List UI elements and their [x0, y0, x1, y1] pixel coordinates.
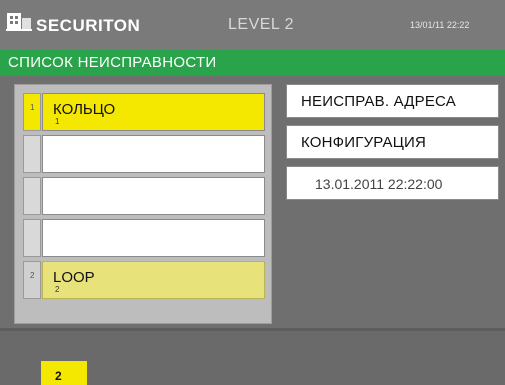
header-bar: SECURITON LEVEL 2 13/01/11 22:22 [0, 0, 505, 50]
list-item-body[interactable]: КОЛЬЦО 1 [42, 93, 265, 131]
list-item[interactable]: 2 LOOP 2 [23, 261, 265, 299]
fault-address-button[interactable]: НЕИСПРАВ. АДРЕСА [286, 84, 499, 118]
configuration-button[interactable]: КОНФИГУРАЦИЯ [286, 125, 499, 159]
fault-address-label: НЕИСПРАВ. АДРЕСА [301, 93, 456, 110]
list-item-body[interactable]: LOOP 2 [42, 261, 265, 299]
list-item[interactable] [23, 177, 265, 215]
list-item-number [23, 177, 41, 215]
list-item-number [23, 219, 41, 257]
fault-list-panel: 1 КОЛЬЦО 1 2 LOOP 2 [14, 84, 272, 324]
list-item-body[interactable] [42, 219, 265, 257]
list-item-number: 2 [23, 261, 41, 299]
list-item-number: 1 [23, 93, 41, 131]
brand-name: SECURITON [36, 16, 141, 35]
list-item[interactable] [23, 135, 265, 173]
access-level: LEVEL 2 [228, 16, 295, 33]
list-item-label: КОЛЬЦО [53, 101, 116, 118]
page-title: СПИСОК НЕИСПРАВНОСТИ [8, 54, 217, 71]
header-datetime: 13/01/11 22:22 [410, 20, 470, 30]
list-item-sub: 1 [55, 117, 60, 126]
list-item[interactable] [23, 219, 265, 257]
building-icon [6, 13, 32, 31]
configuration-label: КОНФИГУРАЦИЯ [301, 134, 427, 151]
list-item-sub: 2 [55, 285, 60, 294]
page-number: 2 [55, 369, 62, 383]
list-item-number [23, 135, 41, 173]
page-tab[interactable]: 2 [41, 361, 87, 385]
page-title-bar: СПИСОК НЕИСПРАВНОСТИ [0, 50, 505, 76]
list-item-body[interactable] [42, 177, 265, 215]
timestamp-field: 13.01.2011 22:22:00 [286, 166, 499, 200]
list-item[interactable]: 1 КОЛЬЦО 1 [23, 93, 265, 131]
timestamp-value: 13.01.2011 22:22:00 [315, 176, 443, 192]
list-item-label: LOOP [53, 269, 95, 286]
list-item-body[interactable] [42, 135, 265, 173]
